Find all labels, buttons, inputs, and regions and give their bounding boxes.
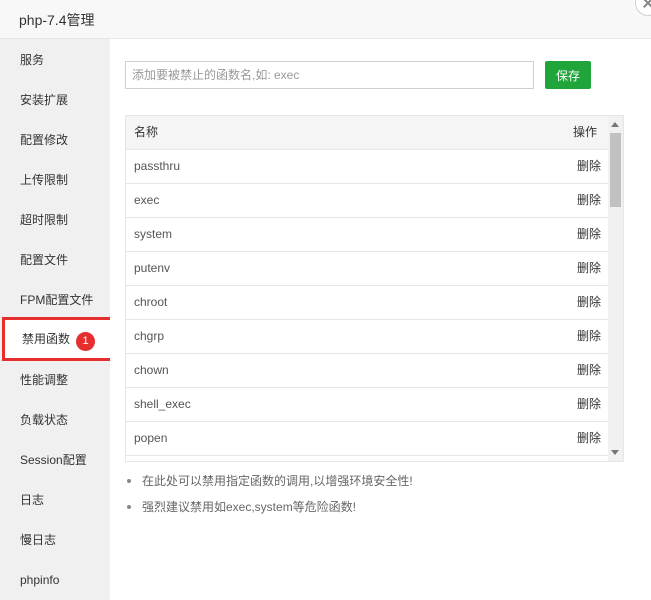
- table-row: shell_exec 删除: [126, 388, 609, 422]
- function-name: popen: [134, 431, 168, 445]
- sidebar-item-label: phpinfo: [20, 573, 60, 587]
- function-name: system: [134, 227, 173, 241]
- sidebar-item-timeout-limit[interactable]: 超时限制: [0, 200, 110, 240]
- sidebar-item-phpinfo[interactable]: phpinfo: [0, 560, 110, 600]
- sidebar-item-fpm-config[interactable]: FPM配置文件: [0, 280, 110, 320]
- sidebar-item-slow-log[interactable]: 慢日志: [0, 520, 110, 560]
- delete-link[interactable]: 删除: [577, 150, 601, 183]
- delete-link[interactable]: 删除: [577, 320, 601, 353]
- function-name: chgrp: [134, 329, 165, 343]
- sidebar-item-load-status[interactable]: 负载状态: [0, 400, 110, 440]
- sidebar-item-session-config[interactable]: Session配置: [0, 440, 110, 480]
- tip-item: 强烈建议禁用如exec,system等危险函数!: [125, 499, 413, 525]
- sidebar-item-label: 安装扩展: [20, 93, 69, 107]
- sidebar-item-disabled-functions[interactable]: 禁用函数 1: [2, 317, 114, 361]
- table-row: chown 删除: [126, 354, 609, 388]
- column-header-name: 名称: [134, 125, 159, 139]
- scroll-thumb[interactable]: [610, 133, 621, 207]
- table-header: 名称 操作: [126, 116, 609, 150]
- function-name: putenv: [134, 261, 171, 275]
- sidebar-item-label: 配置修改: [20, 133, 69, 147]
- delete-link[interactable]: 删除: [577, 354, 601, 387]
- sidebar-item-label: 上传限制: [20, 173, 69, 187]
- sidebar-item-label: 慢日志: [20, 533, 57, 547]
- sidebar-item-install-extension[interactable]: 安装扩展: [0, 80, 110, 120]
- delete-link[interactable]: 删除: [577, 218, 601, 251]
- sidebar-item-upload-limit[interactable]: 上传限制: [0, 160, 110, 200]
- table-row: exec 删除: [126, 184, 609, 218]
- sidebar-item-config-file[interactable]: 配置文件: [0, 240, 110, 280]
- sidebar-item-label: 配置文件: [20, 253, 69, 267]
- table-row: chgrp 删除: [126, 320, 609, 354]
- sidebar-item-log[interactable]: 日志: [0, 480, 110, 520]
- sidebar-item-performance[interactable]: 性能调整: [0, 360, 110, 400]
- annotation-badge: 1: [76, 332, 95, 351]
- sidebar-item-label: 超时限制: [20, 213, 69, 227]
- function-name: passthru: [134, 159, 181, 173]
- delete-link[interactable]: 删除: [577, 184, 601, 217]
- main-panel: 保存 名称 操作 passthru 删除 exec 删除 system 删除 pute…: [110, 39, 651, 600]
- sidebar-item-service[interactable]: 服务: [0, 40, 110, 80]
- sidebar-item-label: Session配置: [20, 453, 87, 467]
- sidebar-item-config-edit[interactable]: 配置修改: [0, 120, 110, 160]
- window-titlebar: php-7.4管理: [0, 0, 651, 39]
- table-body: passthru 删除 exec 删除 system 删除 putenv 删除 chro…: [126, 150, 609, 461]
- function-name-input[interactable]: [125, 61, 534, 89]
- sidebar-item-label: 负载状态: [20, 413, 69, 427]
- tips-list: 在此处可以禁用指定函数的调用,以增强环境安全性! 强烈建议禁用如exec,sys…: [125, 473, 413, 525]
- delete-link[interactable]: 删除: [577, 286, 601, 319]
- sidebar-item-label: 禁用函数: [22, 332, 71, 346]
- function-name: chown: [134, 363, 169, 377]
- table-row: popen 删除: [126, 422, 609, 456]
- window-title: php-7.4管理: [19, 12, 95, 28]
- save-button[interactable]: 保存: [545, 61, 591, 89]
- sidebar-item-label: FPM配置文件: [20, 293, 94, 307]
- table-scrollbar[interactable]: [608, 116, 623, 461]
- delete-link[interactable]: 删除: [577, 252, 601, 285]
- function-name: shell_exec: [134, 397, 191, 411]
- sidebar-item-label: 日志: [20, 493, 45, 507]
- disabled-functions-table: 名称 操作 passthru 删除 exec 删除 system 删除 putenv 删…: [125, 115, 624, 462]
- sidebar-item-label: 性能调整: [20, 373, 69, 387]
- column-header-action: 操作: [572, 125, 597, 139]
- table-row: [126, 456, 609, 461]
- scroll-up-icon[interactable]: [611, 122, 619, 127]
- sidebar: 服务 安装扩展 配置修改 上传限制 超时限制 配置文件 FPM配置文件 禁用函数…: [0, 39, 114, 600]
- table-row: chroot 删除: [126, 286, 609, 320]
- delete-link[interactable]: 删除: [577, 388, 601, 421]
- function-name: chroot: [134, 295, 168, 309]
- tip-item: 在此处可以禁用指定函数的调用,以增强环境安全性!: [125, 473, 413, 499]
- table-row: system 删除: [126, 218, 609, 252]
- delete-link[interactable]: 删除: [577, 422, 601, 455]
- function-name: exec: [134, 193, 160, 207]
- table-row: putenv 删除: [126, 252, 609, 286]
- table-row: passthru 删除: [126, 150, 609, 184]
- scroll-down-icon[interactable]: [611, 450, 619, 455]
- sidebar-item-label: 服务: [20, 53, 45, 67]
